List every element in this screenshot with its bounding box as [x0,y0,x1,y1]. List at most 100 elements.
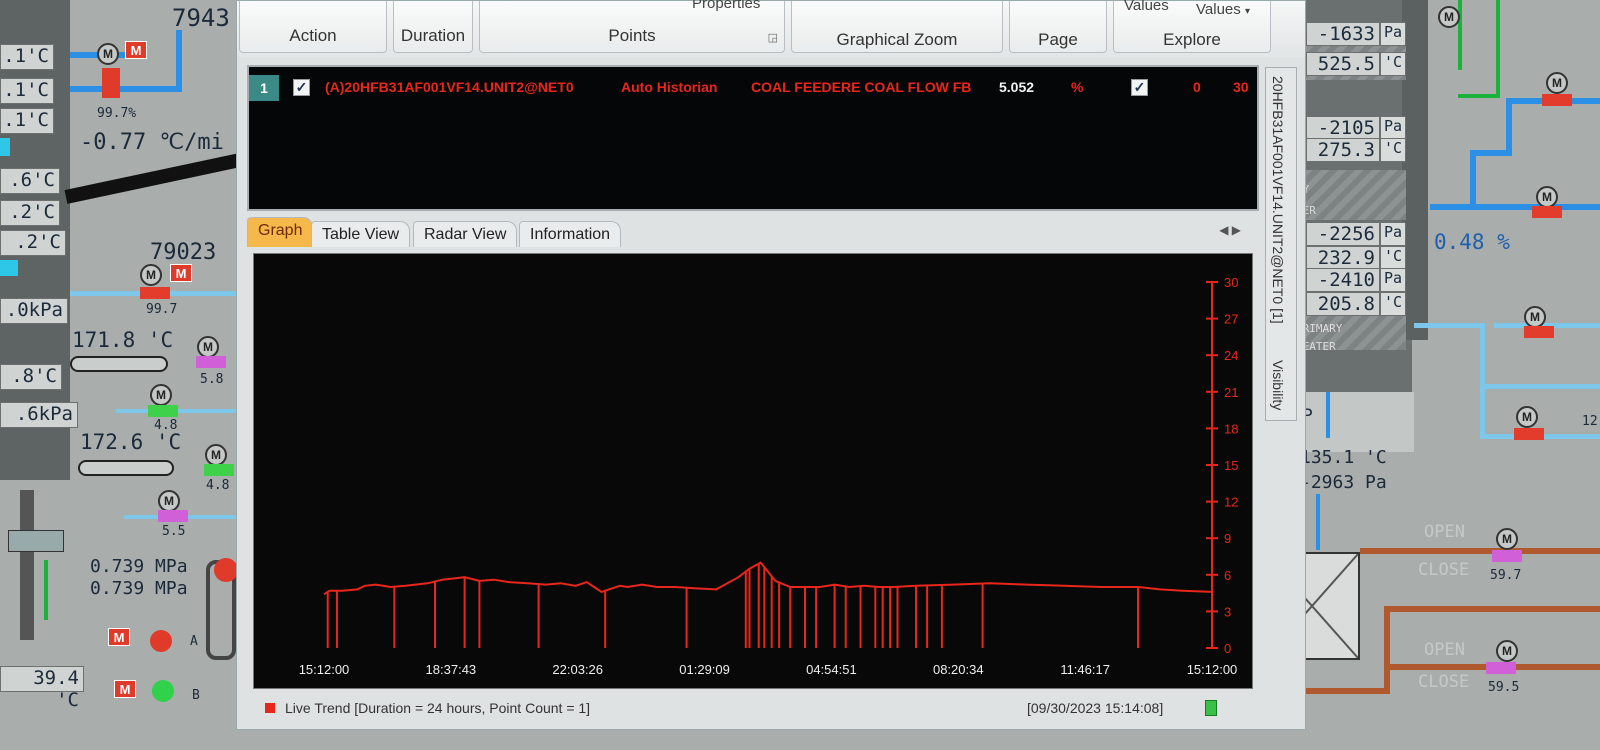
valve-green[interactable] [204,464,234,476]
valve-pct: 59.7 [1490,568,1522,583]
temp-rate: -0.77 ℃/mi [80,130,224,155]
pipe-segment [70,356,168,372]
valve-pink[interactable] [158,510,188,522]
values-button[interactable]: Values [1124,0,1169,14]
open-label: OPEN [1424,522,1465,542]
duration-group[interactable]: Duration [393,1,473,53]
graphical-zoom-group[interactable]: Graphical Zoom [791,1,1003,53]
esp-temp: 135.1 'C [1300,447,1387,468]
y-tick-label: 3 [1224,604,1231,619]
live-indicator-icon [265,703,275,713]
tab-radar-view[interactable]: Radar View [413,221,518,247]
tab-scroll-arrows-icon[interactable]: ◀ ▶ [1219,223,1241,237]
equipment-body [8,530,64,552]
manual-badge[interactable]: M [114,680,136,698]
right-value-box: -2105 [1306,116,1380,140]
pipe [1458,94,1500,98]
ribbon: Action Duration Properties Points ◲ Grap… [237,0,1305,57]
view-tabs: Graph Table View Radar View Information … [247,217,1259,247]
valve-red[interactable] [1514,428,1544,440]
tab-information[interactable]: Information [519,221,622,247]
values-dropdown[interactable]: Values ▾ [1196,1,1250,18]
side-tab[interactable]: 20HFB31AF001VF14.UNIT2@NET0 [1] Visibili… [1265,67,1297,421]
pipe [1470,150,1512,156]
press-box: .6kPa [0,402,78,428]
right-value-box: 525.5 [1306,52,1380,76]
press-box: .0kPa [0,298,68,324]
pipe [1506,98,1512,154]
page-group[interactable]: Page [1009,1,1107,53]
motor-icon[interactable]: M [1496,640,1518,662]
visibility-checkbox[interactable]: ✓ [1131,79,1148,96]
pipe [1326,392,1330,438]
explore-group[interactable]: Values Values ▾ Explore [1113,0,1271,53]
valve-red[interactable] [1532,206,1562,218]
right-value-box: -2410 [1306,268,1380,292]
valve-green[interactable] [148,405,178,417]
temp-box: .1'C [0,108,54,134]
motor-icon[interactable]: M [205,444,227,466]
valve-red[interactable] [1524,326,1554,338]
manual-badge[interactable]: M [125,41,147,59]
damper-red[interactable] [102,68,120,98]
properties-label[interactable]: Properties [692,0,760,12]
y-tick-label: 0 [1224,641,1231,656]
point-row[interactable]: 1 ✓ (A)20HFB31AF001VF14.UNIT2@NET0 Auto … [249,75,1257,101]
temp-value: 171.8 'C [72,328,174,352]
motor-icon[interactable]: M [140,264,162,286]
valve-pink[interactable] [1486,662,1516,674]
tab-table-view[interactable]: Table View [311,221,411,247]
right-unit-box: Pa [1380,116,1406,140]
right-unit-box: 'C [1380,246,1406,270]
right-unit-box: 'C [1380,292,1406,316]
motor-icon[interactable]: M [1438,6,1460,28]
duration-label: Duration [400,26,466,45]
valve-red[interactable] [1542,94,1572,106]
valve-pct: 5.8 [200,372,224,387]
trend-graph[interactable]: 0 3 6 9 12 15 18 21 24 27 30 15:12:00 18:37:43 22:03:… [253,253,1253,689]
motor-icon[interactable]: M [97,43,119,65]
pipe [1458,0,1462,70]
manual-badge[interactable]: M [170,264,192,282]
right-value-box: 205.8 [1306,292,1380,316]
motor-icon[interactable]: M [1546,72,1568,94]
right-value-box: -2256 [1306,222,1380,246]
label-b: B [192,688,200,703]
motor-icon[interactable]: M [1524,306,1546,328]
manual-badge[interactable]: M [108,628,130,646]
valve-pct: 4.8 [206,478,230,493]
motor-icon[interactable]: M [1496,528,1518,550]
valve-pct: 99.7% [97,106,137,121]
motor-icon[interactable]: M [158,490,180,512]
motor-status-green[interactable] [152,680,174,702]
right-unit-box: Pa [1380,22,1406,46]
dialog-launcher-icon[interactable]: ◲ [768,31,778,44]
x-tick-label: 15:12:00 [1187,662,1238,677]
valve-pink[interactable] [1492,550,1522,562]
right-unit-box: 'C [1380,138,1406,162]
motor-icon[interactable]: M [150,384,172,406]
status-text: Live Trend [Duration = 24 hours, Point C… [285,700,591,716]
motor-icon[interactable]: M [1516,406,1538,428]
close-label: CLOSE [1418,672,1470,692]
y-tick-label: 6 [1224,568,1231,583]
pipe [1384,610,1390,690]
motor-status-red[interactable] [214,558,238,582]
pipe [1414,323,1484,328]
motor-status-red[interactable] [150,630,172,652]
valve-red[interactable] [140,287,170,299]
trend-line [323,561,1213,596]
esp-pressure: -2963 Pa [1300,472,1387,493]
motor-icon[interactable]: M [197,336,219,358]
valve-pink[interactable] [196,356,226,368]
valve-pct: 59.5 [1488,680,1520,695]
y-tick-label: 24 [1224,348,1238,363]
points-group[interactable]: Properties Points ◲ [479,0,785,53]
visibility-tab[interactable]: Visibility [1270,360,1286,410]
tab-graph[interactable]: Graph [247,217,314,247]
pipe [176,30,182,90]
point-checkbox[interactable]: ✓ [293,79,310,96]
pipe [1480,384,1600,389]
motor-icon[interactable]: M [1536,186,1558,208]
action-group[interactable]: Action [239,1,387,53]
